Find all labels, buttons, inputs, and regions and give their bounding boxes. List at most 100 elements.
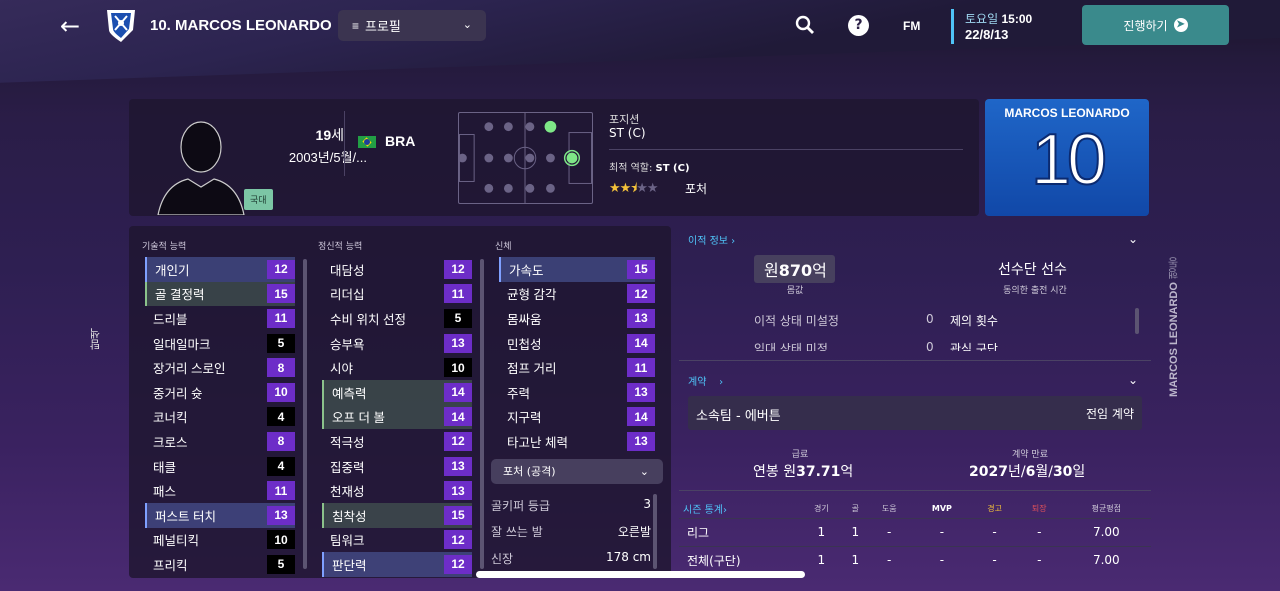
expiry-year-suffix: 년/: [1007, 464, 1026, 480]
attribute-row[interactable]: 프리킥 5: [145, 552, 295, 577]
brazil-flag-icon: [358, 136, 376, 148]
attribute-value: 14: [627, 407, 655, 427]
attribute-row[interactable]: 예측력 14: [322, 379, 472, 405]
wage: 연봉 원37.71억: [753, 461, 853, 481]
contract-link[interactable]: 계약 ›: [688, 373, 723, 388]
date-of-birth: 2003년/5월/...: [288, 150, 367, 165]
attribute-value: 5: [267, 554, 295, 574]
cell: -: [866, 517, 912, 546]
loan-status: 임대 상태 미정: [754, 342, 828, 351]
attribute-row[interactable]: 시야 10: [322, 355, 472, 380]
attribute-row[interactable]: 적극성 12: [322, 429, 472, 454]
col-header: 경기: [813, 504, 829, 514]
nationality[interactable]: BRA: [385, 133, 415, 149]
attribute-row[interactable]: 지구력 14: [499, 405, 655, 430]
role-star-rating: ★★⯨★★: [609, 179, 658, 201]
attribute-label: 몸싸움: [507, 312, 542, 327]
attribute-row[interactable]: 크로스 8: [145, 429, 295, 454]
attribute-label: 리더십: [330, 288, 365, 303]
attribute-row[interactable]: 드리블 11: [145, 306, 295, 331]
game-day: 토요일: [965, 12, 999, 26]
home-indicator[interactable]: [476, 571, 805, 578]
attribute-row[interactable]: 개인기 12: [145, 257, 295, 282]
attribute-row[interactable]: 천재성 13: [322, 478, 472, 503]
scrollbar[interactable]: [1135, 308, 1139, 334]
attribute-row[interactable]: 리더십 11: [322, 282, 472, 307]
attribute-row[interactable]: 점프 거리 11: [499, 355, 655, 380]
attribute-row[interactable]: 일대일마크 5: [145, 331, 295, 356]
attribute-value: 13: [627, 431, 655, 451]
attribute-row[interactable]: 태클 4: [145, 454, 295, 479]
position-label: 포지션: [609, 113, 640, 126]
expiry-day-suffix: 일: [1072, 464, 1086, 480]
scrollbar[interactable]: [303, 259, 307, 569]
attribute-label: 민첩성: [507, 337, 542, 352]
game-date[interactable]: 22/8/13: [965, 27, 1008, 42]
player-silhouette-avatar: [157, 121, 245, 215]
height: 신장 178 cm: [491, 550, 651, 567]
attribute-row[interactable]: 중거리 슛 10: [145, 380, 295, 405]
table-row[interactable]: 전체(구단) 1 1 - - - - 7.00: [679, 545, 1151, 574]
player-title: 10. MARCOS LEONARDO: [150, 17, 332, 34]
position-pitch-map[interactable]: [458, 112, 593, 204]
wage-prefix: 연봉 원: [753, 464, 797, 480]
scrollbar[interactable]: [480, 259, 484, 569]
attribute-row[interactable]: 코너킥 4: [145, 405, 295, 430]
season-stats-link[interactable]: 시즌 통계›: [679, 500, 799, 518]
fm-logo[interactable]: FM: [903, 19, 920, 33]
attribute-label: 퍼스트 터치: [155, 509, 216, 524]
attribute-row[interactable]: 가속도 15: [499, 257, 655, 282]
club-crest-icon: [107, 10, 135, 42]
attribute-row[interactable]: 침착성 15: [322, 502, 472, 528]
extra-label: 잘 쓰는 발: [491, 525, 543, 539]
side-tab-actions[interactable]: MARCOS LEONARDO 행동: [1166, 257, 1182, 397]
attribute-row[interactable]: 장거리 스로인 8: [145, 355, 295, 380]
attribute-row[interactable]: 판단력 12: [322, 552, 472, 577]
role-selector-label: 포처 (공격): [503, 465, 556, 478]
role-name: 포처: [685, 182, 708, 196]
attribute-row[interactable]: 몸싸움 13: [499, 306, 655, 331]
attribute-row[interactable]: 팀워크 12: [322, 528, 472, 553]
player-age: 19세: [316, 125, 344, 145]
attribute-row[interactable]: 오프 더 볼 14: [322, 404, 472, 430]
attribute-row[interactable]: 민첩성 14: [499, 331, 655, 356]
position-value: ST (C): [609, 126, 646, 140]
attribute-row[interactable]: 타고난 체력 13: [499, 429, 655, 454]
technical-heading: 기술적 능력: [142, 242, 187, 252]
transfer-info-link[interactable]: 이적 정보 ›: [688, 232, 735, 247]
attribute-row[interactable]: 퍼스트 터치 13: [145, 502, 295, 528]
attribute-label: 점프 거리: [507, 362, 557, 377]
national-team-badge: 국대: [244, 189, 273, 210]
col-header: 도움: [881, 504, 897, 514]
currency: 원: [764, 261, 779, 280]
attribute-row[interactable]: 집중력 13: [322, 454, 472, 479]
collapse-chevron-icon[interactable]: ⌄: [1128, 232, 1138, 246]
attribute-row[interactable]: 대담성 12: [322, 257, 472, 282]
attribute-row[interactable]: 골 결정력 15: [145, 281, 295, 307]
collapse-chevron-icon[interactable]: ⌄: [1128, 373, 1138, 387]
attribute-row[interactable]: 승부욕 13: [322, 331, 472, 356]
scrollbar[interactable]: [653, 494, 657, 569]
game-date-time[interactable]: 토요일 15:00: [965, 10, 1032, 27]
search-icon[interactable]: [795, 15, 815, 35]
attribute-row[interactable]: 페널티킥 10: [145, 528, 295, 553]
side-tab-explore[interactable]: 탐색: [88, 328, 104, 350]
continue-button[interactable]: 진행하기 ➤: [1082, 5, 1229, 45]
attribute-row[interactable]: 수비 위치 선정 5: [322, 306, 472, 331]
back-arrow-icon[interactable]: ←: [60, 12, 80, 40]
table-row[interactable]: 리그 1 1 - - - - 7.00: [679, 517, 1151, 546]
role-selector[interactable]: 포처 (공격) ⌄: [491, 459, 663, 484]
attribute-row[interactable]: 패스 11: [145, 478, 295, 503]
help-icon[interactable]: ?: [848, 15, 869, 36]
attribute-row[interactable]: 주력 13: [499, 380, 655, 405]
extra-label: 골키퍼 등급: [491, 499, 551, 513]
row-label: 전체(구단): [679, 545, 799, 574]
attribute-row[interactable]: 균형 감각 12: [499, 282, 655, 307]
view-dropdown[interactable]: ≡ 프로필 ⌄: [338, 10, 486, 41]
attribute-value: 14: [444, 407, 472, 427]
cell: 1: [799, 517, 844, 546]
cell: 1: [799, 545, 844, 574]
squad-status: 선수단 선수: [998, 262, 1067, 278]
cell: -: [1016, 545, 1062, 574]
attribute-label: 천재성: [330, 485, 365, 500]
